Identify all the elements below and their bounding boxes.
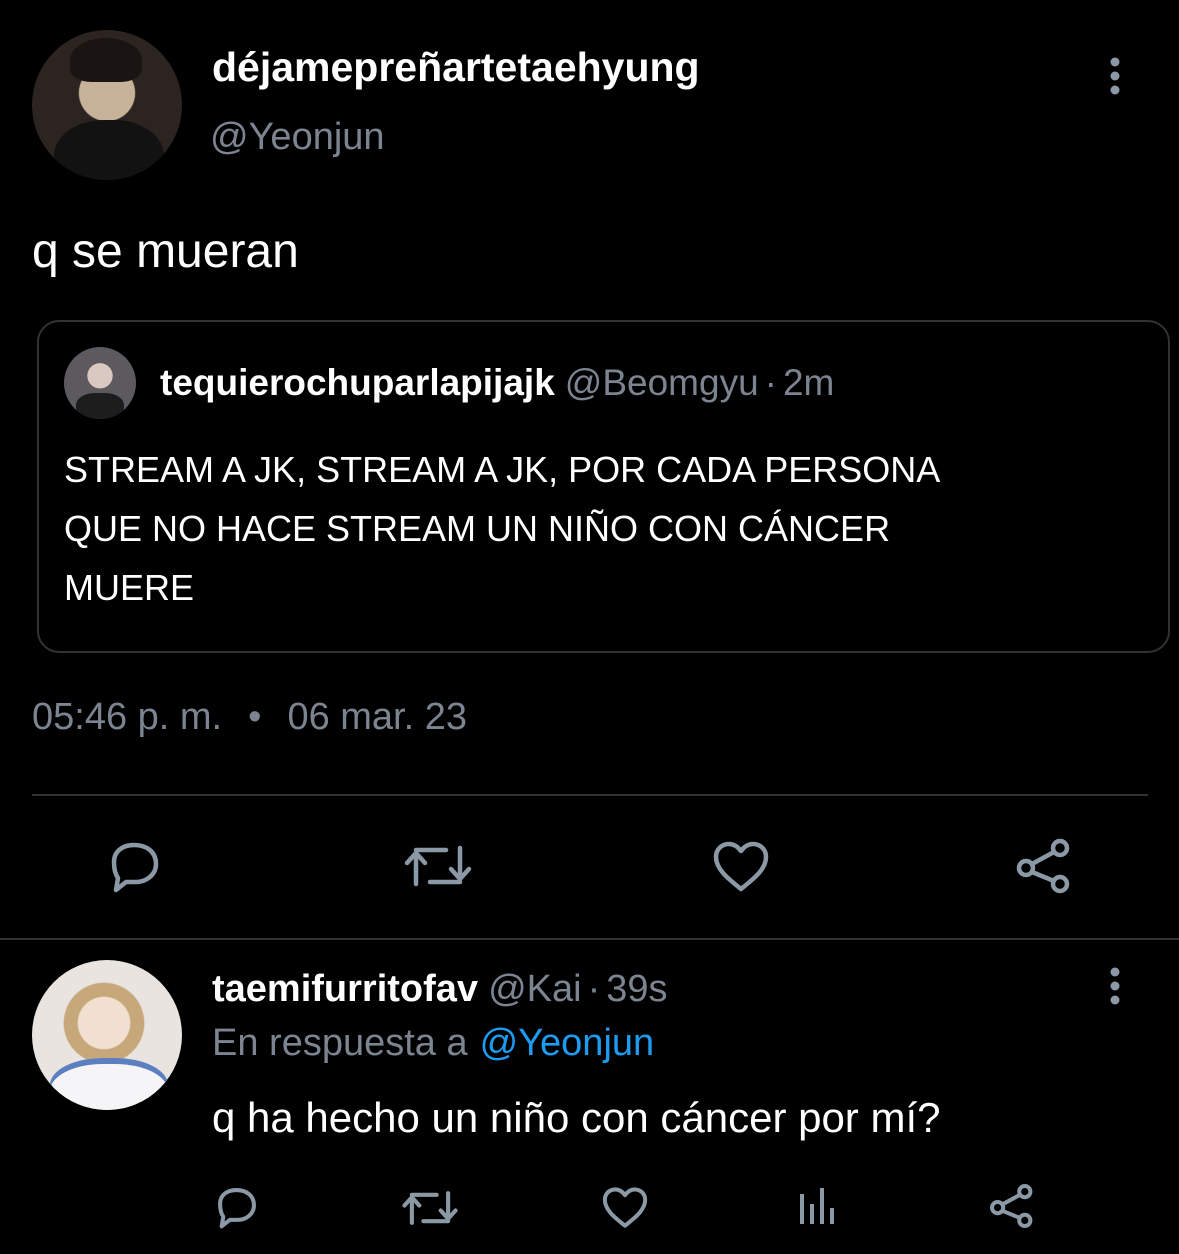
reply-header: taemifurritofav @Kai · 39s <box>212 968 668 1011</box>
tweet-time: 05:46 p. m. <box>32 696 223 738</box>
display-name[interactable]: déjamepreñartetaehyung <box>212 44 700 91</box>
tweet-date: 06 mar. 23 <box>287 696 467 738</box>
retweet-icon[interactable] <box>402 1188 458 1228</box>
quoted-timestamp: 2m <box>782 362 835 403</box>
avatar[interactable] <box>32 30 182 180</box>
more-vertical-icon[interactable] <box>1100 56 1130 96</box>
quoted-tweet-header: tequierochuparlapijajk @Beomgyu · 2m <box>160 362 834 404</box>
quoted-tweet-text: STREAM A JK, STREAM A JK, POR CADA PERSO… <box>64 449 941 608</box>
reply-display-name[interactable]: taemifurritofav <box>212 968 478 1010</box>
analytics-icon[interactable] <box>798 1186 838 1226</box>
quoted-display-name: tequierochuparlapijajk <box>160 362 555 403</box>
reply-tweet-text: q ha hecho un niño con cáncer por mí? <box>212 1094 941 1141</box>
divider <box>32 794 1148 796</box>
reply-context: En respuesta a @Yeonjun <box>212 1022 654 1065</box>
reply-user-handle[interactable]: @Kai <box>488 968 582 1010</box>
avatar <box>64 347 136 419</box>
tweet-text: q se mueran <box>32 225 299 278</box>
more-vertical-icon[interactable] <box>1100 966 1130 1006</box>
quoted-user-handle: @Beomgyu <box>564 362 759 403</box>
like-icon[interactable] <box>710 840 772 894</box>
dot-separator: · <box>764 362 777 403</box>
reply-to-handle-link[interactable]: @Yeonjun <box>480 1022 655 1064</box>
tweet-timestamp: 05:46 p. m. • 06 mar. 23 <box>32 696 467 739</box>
avatar[interactable] <box>32 960 182 1110</box>
share-icon[interactable] <box>1014 836 1074 896</box>
share-icon[interactable] <box>988 1182 1036 1230</box>
reply-to-label: En respuesta a <box>212 1022 468 1064</box>
reply-timestamp: 39s <box>606 968 668 1010</box>
reply-icon[interactable] <box>212 1184 262 1230</box>
retweet-icon[interactable] <box>404 842 472 890</box>
bullet-separator: • <box>248 696 262 738</box>
dot-separator: · <box>587 968 601 1010</box>
divider <box>0 938 1179 940</box>
like-icon[interactable] <box>600 1186 650 1230</box>
user-handle[interactable]: @Yeonjun <box>210 116 385 159</box>
reply-icon[interactable] <box>104 838 166 894</box>
